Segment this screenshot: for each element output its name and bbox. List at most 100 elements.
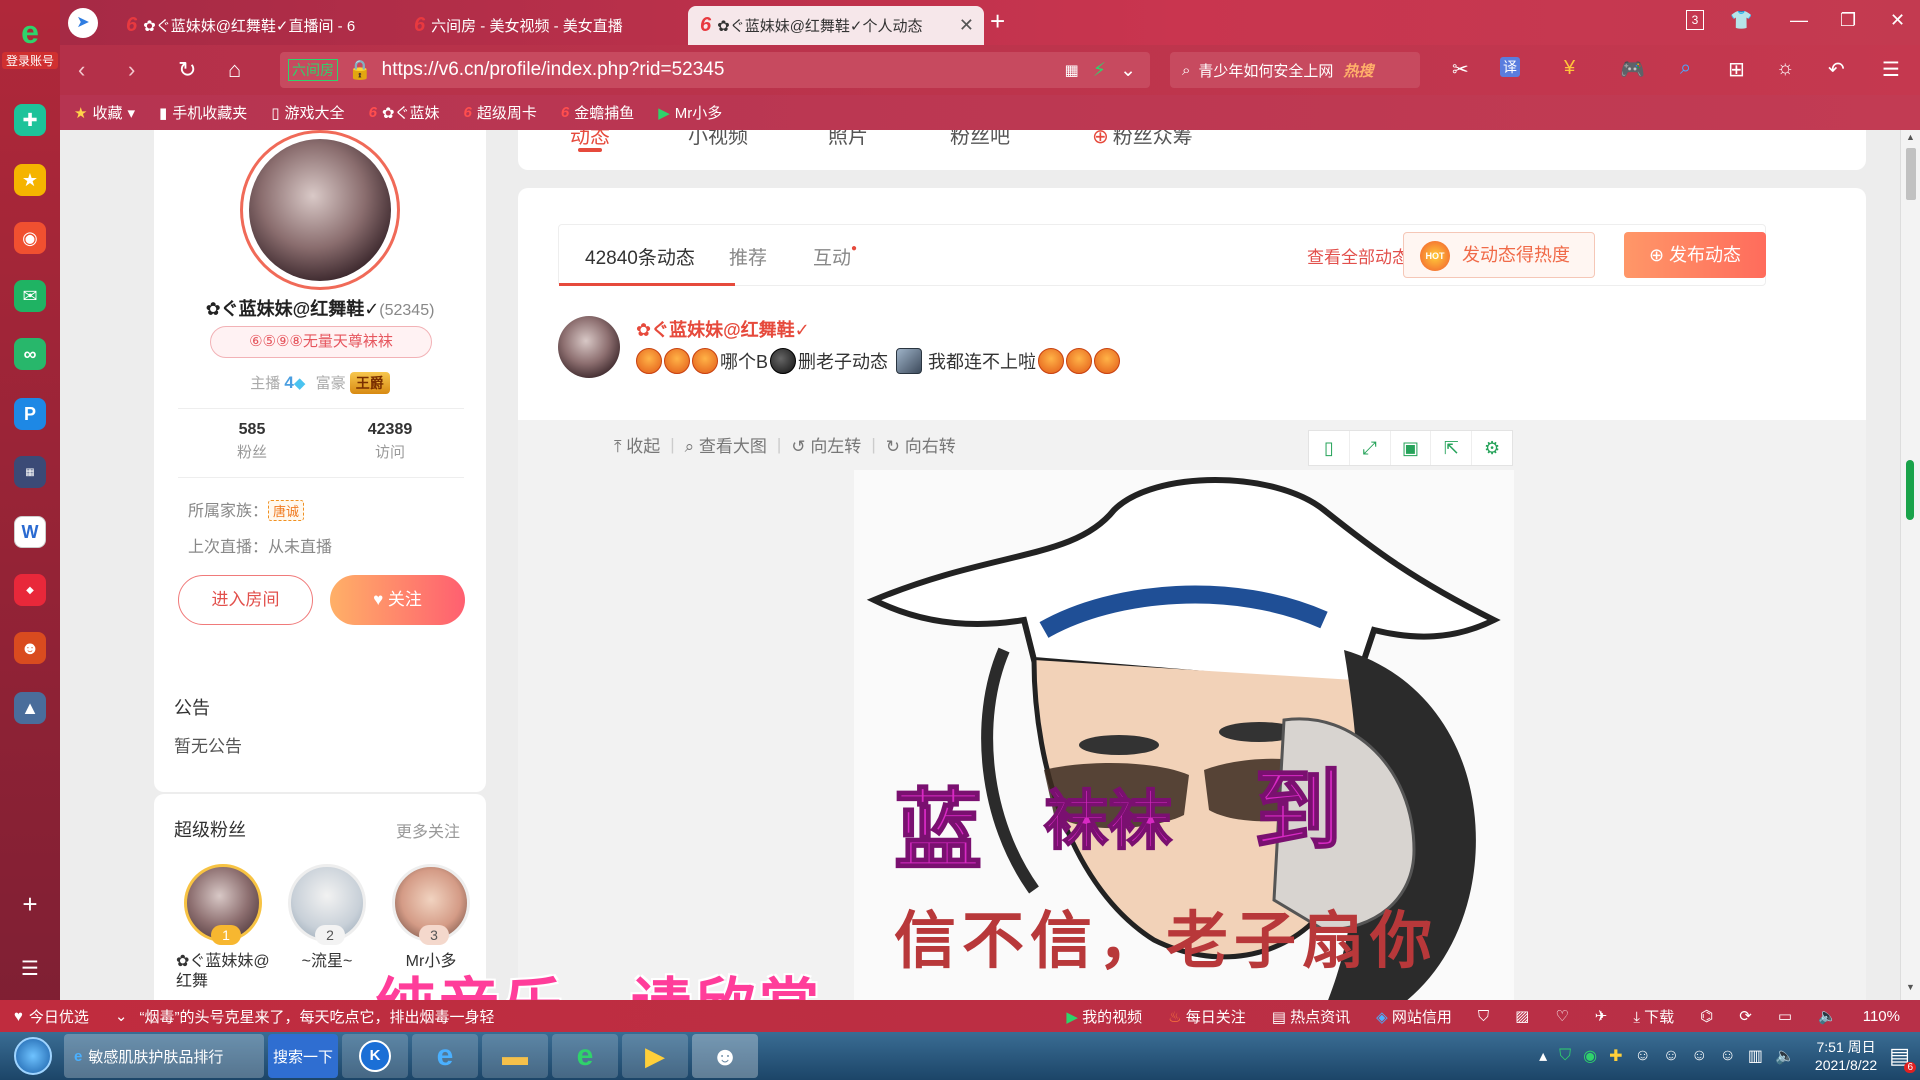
plus-app-icon[interactable]: ✚ — [14, 104, 46, 136]
daily-follow-link[interactable]: ♨ 每日关注 — [1168, 1006, 1246, 1027]
search-text[interactable]: 青少年如何安全上网 — [1198, 60, 1333, 81]
tray-green-icon[interactable]: ◉ — [1583, 1046, 1597, 1066]
sync-icon[interactable]: ⟳ — [1739, 1007, 1752, 1025]
tray-expand-icon[interactable]: ▴ — [1539, 1046, 1547, 1066]
news-ticker[interactable]: “烟毒”的头号克星来了，每天吃点它，排出烟毒一身轻 — [140, 1006, 495, 1027]
game-app-icon[interactable]: ▦ — [14, 456, 46, 488]
superfan-item[interactable]: 1 ✿ぐ蓝妹妹@红舞 — [168, 864, 278, 992]
bookmark-favorites[interactable]: ★ 收藏 ▾ — [74, 102, 135, 123]
image-icon[interactable]: ▨ — [1515, 1007, 1529, 1025]
nav-feed[interactable]: 动态 — [570, 130, 610, 152]
link-app-icon[interactable]: ∞ — [14, 338, 46, 370]
tray-shield-icon[interactable]: ⛉ — [1559, 1047, 1571, 1065]
gamepad-icon[interactable]: 🎮 — [1620, 57, 1645, 82]
weibo-icon[interactable]: ◉ — [14, 222, 46, 254]
tray-plus-icon[interactable]: ✚ — [1609, 1046, 1622, 1066]
nav-short-video[interactable]: 小视频 — [688, 130, 748, 149]
undo-icon[interactable]: ↶ — [1828, 57, 1845, 82]
volume-icon[interactable]: 🔈 — [1818, 1007, 1837, 1025]
bookmark-fishing[interactable]: 6 金蟾捕鱼 — [561, 102, 634, 123]
xiaohongshu-icon[interactable]: ◆ — [14, 574, 46, 606]
speed-icon[interactable]: ✈ — [1595, 1007, 1608, 1025]
tab-interaction[interactable]: 互动● — [813, 243, 857, 270]
tray-network-icon[interactable]: ▥ — [1748, 1046, 1763, 1066]
tab-personal-feed[interactable]: 6 ✿ぐ蓝妹妹@红舞鞋✓个人动态 ✕ — [688, 6, 984, 45]
nav-crowdfunding[interactable]: ⊕ 粉丝众筹 — [1092, 130, 1193, 149]
post-author-avatar[interactable] — [558, 316, 620, 378]
tab-recommended[interactable]: 推荐 — [729, 243, 767, 270]
browser-2345-icon[interactable]: e — [552, 1034, 618, 1078]
menu-list-icon[interactable]: ☰ — [14, 952, 46, 984]
new-tab-button[interactable]: + — [990, 6, 1005, 37]
meme-image[interactable]: 蓝 袜袜 到 信不信，老子扇你 — [854, 470, 1514, 1000]
minimize-icon[interactable]: — — [1790, 10, 1808, 31]
tray-qq-icon[interactable]: ☺ — [1663, 1047, 1679, 1065]
heart-outline-icon[interactable]: ♡ — [1555, 1007, 1568, 1025]
zoom-search-icon[interactable]: ⌕ — [1680, 57, 1691, 80]
bookmark-weekly-card[interactable]: 6 超级周卡 — [463, 102, 536, 123]
fullscreen-icon[interactable]: ⤢ — [1350, 431, 1391, 465]
bolt-icon[interactable]: ⚡ — [1093, 59, 1106, 82]
page-view-icon[interactable]: ▯ — [1309, 431, 1350, 465]
download-link[interactable]: ⤓ 下载 — [1633, 1006, 1674, 1027]
hot-news-link[interactable]: ▤ 热点资讯 — [1272, 1006, 1350, 1027]
tab-all-posts[interactable]: 42840条动态 — [585, 243, 695, 270]
menu-icon[interactable]: ☰ — [1882, 57, 1900, 82]
more-following-link[interactable]: 更多关注 — [396, 818, 460, 842]
url-bar[interactable]: 六间房 🔒 https://v6.cn/profile/index.php?ri… — [280, 52, 1150, 88]
star-favorites-icon[interactable]: ★ — [14, 164, 46, 196]
family-tag[interactable]: 唐诚 — [268, 500, 305, 521]
follow-button[interactable]: ♥ 关注 — [330, 575, 465, 625]
window-icon[interactable]: ▭ — [1778, 1007, 1792, 1025]
my-video-link[interactable]: ▶ 我的视频 — [1066, 1006, 1142, 1027]
clock[interactable]: 7:51 周日 2021/8/22 — [1815, 1038, 1877, 1074]
fans-stat[interactable]: 585 粉丝 — [192, 421, 312, 462]
tab-six-rooms-home[interactable]: 6 六间房 - 美女视频 - 美女直播 — [402, 6, 702, 45]
restore-icon[interactable]: ❐ — [1840, 10, 1856, 31]
collapse-button[interactable]: ⤒ 收起 — [614, 432, 660, 457]
close-window-icon[interactable]: ✕ — [1890, 10, 1905, 31]
mail-icon[interactable]: ✉ — [14, 280, 46, 312]
tab-live-room[interactable]: 6 ✿ぐ蓝妹妹@红舞鞋✓直播间 - 6 — [114, 6, 384, 45]
side-green-handle[interactable] — [1906, 460, 1914, 520]
view-large-button[interactable]: ⌕ 查看大图 — [685, 432, 767, 457]
save-image-icon[interactable]: ▣ — [1391, 431, 1432, 465]
rotate-left-button[interactable]: ↺ 向左转 — [791, 432, 861, 457]
rotate-right-button[interactable]: ↻ 向右转 — [886, 432, 956, 457]
tray-qq-icon[interactable]: ☺ — [1720, 1047, 1736, 1065]
start-button[interactable] — [6, 1034, 60, 1078]
search-once-button[interactable]: 搜索一下 — [268, 1034, 338, 1078]
translate-icon[interactable]: 译 — [1500, 57, 1520, 77]
close-tab-icon[interactable]: ✕ — [959, 15, 974, 36]
bookmark-mobile[interactable]: ▮ 手机收藏夹 — [159, 102, 247, 123]
browser-logo[interactable]: e 登录账号 — [2, 14, 58, 74]
shield-icon[interactable]: ⛉ — [1478, 1008, 1489, 1025]
brightness-icon[interactable]: ☼ — [1776, 57, 1794, 80]
navigate-arrow-icon[interactable]: ➤ — [68, 8, 98, 38]
tray-qq-icon[interactable]: ☺ — [1634, 1047, 1650, 1065]
tray-qq-icon[interactable]: ☺ — [1691, 1047, 1707, 1065]
k-app-icon[interactable]: K — [342, 1034, 408, 1078]
tray-volume-icon[interactable]: 🔈 — [1775, 1046, 1795, 1066]
bookmark-mr-xiaoduo[interactable]: ▶ Mr小多 — [658, 102, 722, 123]
apps-grid-icon[interactable]: ⊞ — [1728, 57, 1745, 82]
game-scene-icon[interactable]: ▲ — [14, 692, 46, 724]
forward-icon[interactable]: › — [128, 57, 135, 83]
chevron-down-icon[interactable]: ⌄ — [115, 1007, 128, 1025]
superfan-item[interactable]: 2 ~流星~ — [272, 864, 382, 972]
home-icon[interactable]: ⌂ — [228, 57, 241, 83]
notification-icon[interactable]: ▤ 6 — [1889, 1043, 1916, 1073]
skin-shirt-icon[interactable]: 👕 — [1730, 10, 1752, 31]
ie-browser-icon[interactable]: e — [412, 1034, 478, 1078]
publish-post-button[interactable]: ⊕ 发布动态 — [1624, 232, 1766, 278]
back-icon[interactable]: ‹ — [78, 57, 85, 83]
refresh-icon[interactable]: ↻ — [178, 57, 196, 83]
network-icon[interactable]: ⌬ — [1700, 1007, 1713, 1025]
chat-app-icon[interactable]: ☻ — [692, 1034, 758, 1078]
scroll-thumb[interactable] — [1906, 148, 1916, 200]
scissors-icon[interactable]: ✂ — [1452, 57, 1469, 82]
bookmark-games[interactable]: ▯ 游戏大全 — [271, 102, 344, 123]
profile-avatar[interactable] — [240, 130, 400, 290]
qr-icon[interactable]: ▦ — [1065, 61, 1079, 79]
nav-fan-bar[interactable]: 粉丝吧 — [950, 130, 1010, 149]
